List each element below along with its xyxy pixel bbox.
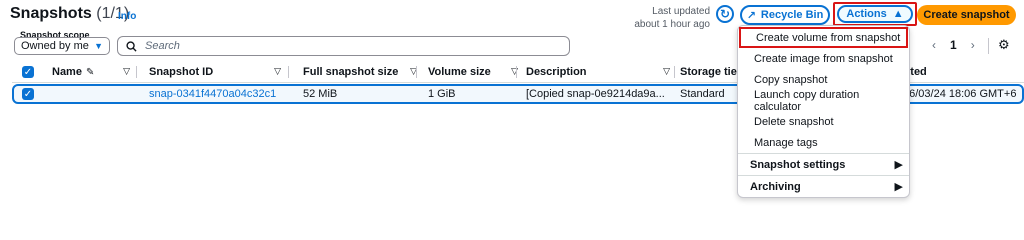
actions-menu: Create volume from snapshot Create image…	[737, 25, 910, 198]
menu-group-archiving[interactable]: Archiving ▶	[738, 176, 909, 197]
recycle-bin-button[interactable]: ↗ Recycle Bin	[740, 5, 830, 25]
cell-started: 26/03/24 18:06 GMT+6	[903, 88, 1017, 100]
column-storage-tier-label: Storage tier	[680, 66, 742, 78]
snapshot-scope-value: Owned by me	[21, 40, 89, 52]
column-divider	[674, 66, 675, 78]
pagination: ‹ 1 ›	[932, 38, 975, 52]
menu-item-delete-snapshot[interactable]: Delete snapshot	[738, 111, 909, 132]
pencil-icon: ✎	[85, 66, 95, 78]
actions-label: Actions	[846, 8, 887, 20]
recycle-bin-label: Recycle Bin	[760, 9, 824, 21]
caret-up-icon: ▲	[892, 8, 904, 20]
column-storage-tier[interactable]: Storage tier	[680, 62, 741, 82]
column-full-size-label: Full snapshot size	[303, 66, 399, 78]
menu-group-archiving-label: Archiving	[750, 180, 801, 193]
column-divider	[516, 66, 517, 78]
column-snapshot-id-label: Snapshot ID	[149, 66, 214, 78]
row-checkbox[interactable]: ✓	[22, 86, 34, 102]
cell-volume-size: 1 GiB	[428, 88, 456, 100]
caret-down-icon: ▼	[94, 41, 103, 51]
table-settings-button[interactable]: ⚙	[998, 37, 1010, 53]
info-link[interactable]: Info	[118, 11, 136, 22]
check-icon: ✓	[22, 66, 34, 78]
search-input[interactable]: Search	[117, 36, 570, 56]
search-placeholder: Search	[145, 40, 180, 52]
caret-right-icon: ▶	[894, 181, 903, 193]
cell-description: [Copied snap-0e9214da9a...	[526, 88, 665, 100]
last-updated-time: about 1 hour ago	[634, 19, 710, 30]
page-number[interactable]: 1	[950, 38, 957, 52]
column-divider	[136, 66, 137, 78]
column-description-label: Description	[526, 66, 587, 78]
column-name[interactable]: Name ✎ ▽	[52, 62, 130, 82]
next-page-button[interactable]: ›	[971, 38, 975, 52]
gear-icon: ⚙	[998, 37, 1010, 52]
sort-icon: ▽	[123, 66, 130, 76]
check-icon: ✓	[22, 88, 34, 100]
search-icon	[126, 40, 137, 52]
column-divider	[288, 66, 289, 78]
menu-item-create-volume[interactable]: Create volume from snapshot	[739, 27, 908, 48]
page-title: Snapshots (1/1)	[10, 5, 129, 23]
cell-full-size: 52 MiB	[303, 88, 338, 100]
refresh-icon: ↻	[719, 7, 731, 21]
menu-item-copy-snapshot[interactable]: Copy snapshot	[738, 69, 909, 90]
column-divider	[416, 66, 417, 78]
menu-group-snapshot-settings[interactable]: Snapshot settings ▶	[738, 154, 909, 175]
last-updated: Last updated about 1 hour ago	[600, 5, 710, 31]
cell-snapshot-id[interactable]: snap-0341f4470a04c32c1	[149, 86, 276, 102]
title-text: Snapshots	[10, 5, 92, 22]
create-snapshot-button[interactable]: Create snapshot	[917, 5, 1016, 25]
cell-storage-tier: Standard	[680, 88, 725, 100]
caret-right-icon: ▶	[894, 159, 903, 171]
sort-icon: ▽	[663, 66, 670, 76]
actions-button[interactable]: Actions ▲	[837, 5, 913, 23]
column-volume-size[interactable]: Volume size ▽	[428, 62, 518, 82]
menu-item-copy-duration-calculator[interactable]: Launch copy duration calculator	[738, 89, 909, 113]
column-description[interactable]: Description ▽	[526, 62, 670, 82]
sort-icon: ▽	[274, 66, 281, 76]
column-name-label: Name	[52, 66, 82, 78]
external-link-icon: ↗	[746, 9, 756, 22]
last-updated-label: Last updated	[652, 6, 710, 17]
column-full-size[interactable]: Full snapshot size ▽	[303, 62, 417, 82]
menu-group-snapshot-settings-label: Snapshot settings	[750, 158, 846, 171]
column-snapshot-id[interactable]: Snapshot ID ▽	[149, 62, 281, 82]
pager-divider	[988, 38, 989, 54]
prev-page-button[interactable]: ‹	[932, 38, 936, 52]
select-all-checkbox[interactable]: ✓	[22, 62, 34, 82]
menu-item-create-image[interactable]: Create image from snapshot	[738, 48, 909, 69]
refresh-button[interactable]: ↻	[716, 5, 734, 23]
snapshot-scope-select[interactable]: Owned by me ▼	[14, 37, 110, 55]
menu-item-manage-tags[interactable]: Manage tags	[738, 132, 909, 153]
column-volume-size-label: Volume size	[428, 66, 491, 78]
